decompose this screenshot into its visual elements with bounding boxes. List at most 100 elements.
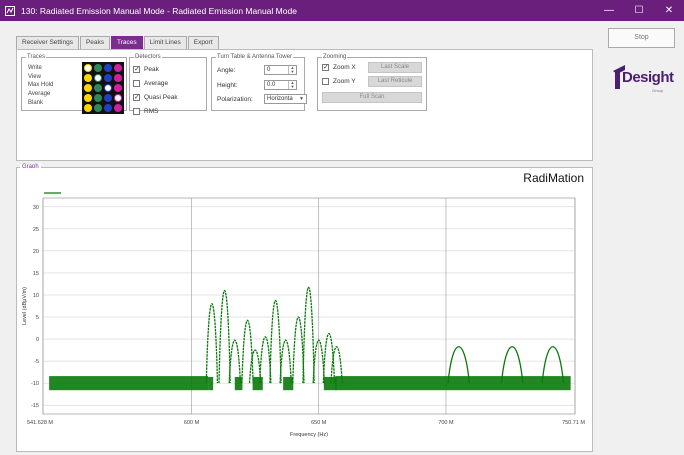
traces-group: Traces Write View Max Hold Average Blank [21,54,127,114]
trace-dot[interactable] [114,104,122,112]
noise-floor-band [252,376,263,391]
zooming-group: Zooming ✓ Zoom X Zoom Y Last Scale Last R… [317,54,427,111]
detector-quasi-peak[interactable]: ✓ Quasi Peak [133,90,178,104]
trace-dot[interactable] [104,84,112,92]
spectrum-chart[interactable]: RadiMation 30 25 20 15 10 5 0 -5 -10 -15 541.628 M 6… [17,168,592,451]
trace-dot[interactable] [84,104,92,112]
tab-receiver-settings[interactable]: Receiver Settings [16,36,79,49]
tab-peaks[interactable]: Peaks [79,36,111,49]
x-tick-label: 600 M [184,420,200,426]
trace-mode-view: View [28,73,41,80]
turntable-group: Turn Table & Antenna Tower Angle: 0 ▲ ▼ He… [211,54,307,111]
trace-mode-blank: Blank [28,99,44,106]
y-tick-label: 25 [33,227,39,233]
tab-strip: Receiver Settings Peaks Traces Limit Lin… [16,36,220,49]
traces-legend: Traces [27,54,46,60]
x-tick-label: 700 M [438,420,454,426]
tab-export[interactable]: Export [187,36,219,49]
noise-floor-band [234,376,243,391]
main-window: Receiver Settings Peaks Traces Limit Lin… [0,21,684,455]
stop-button[interactable]: Stop [608,28,675,48]
trace-dot[interactable] [94,84,102,92]
y-tick-label: 5 [36,315,39,321]
detector-peak[interactable]: ✓ Peak [133,62,178,76]
detector-peak-checkbox[interactable]: ✓ [133,65,140,73]
trace-dot[interactable] [114,74,122,82]
x-tick-label: 541.628 M [27,420,53,426]
detectors-legend: Detectors [135,54,161,60]
trace-dot[interactable] [94,94,102,102]
right-panel: Stop Desight Group [599,21,684,455]
noise-floor-band [49,376,209,391]
polarization-dropdown[interactable]: Horizonta ▼ [264,94,307,104]
full-scan-button[interactable]: Full Scan [322,92,422,103]
height-spinner[interactable]: 0.0 ▲ ▼ [264,80,297,90]
app-icon [5,5,15,16]
trace-dot[interactable] [94,74,102,82]
trace-dot[interactable] [114,84,122,92]
zoom-y-checkbox[interactable] [322,77,329,85]
trace-dot[interactable] [84,64,92,72]
trace-dot[interactable] [104,104,112,112]
detector-average-checkbox[interactable] [133,79,140,87]
x-axis-label: Frequency (Hz) [290,432,328,438]
logo-subtext: Group [652,88,664,93]
logo-text: Desight [622,69,674,86]
detector-rms[interactable]: RMS [133,104,178,118]
zoom-x-checkbox[interactable]: ✓ [322,63,329,71]
zoom-x-option[interactable]: ✓ Zoom X [322,60,356,74]
x-tick-label: 650 M [311,420,327,426]
y-tick-label: -15 [31,403,39,409]
y-tick-label: 15 [33,271,39,277]
detector-rms-checkbox[interactable] [133,107,140,115]
trace-selector-grid [82,62,124,114]
trace-dot[interactable] [114,94,122,102]
y-tick-label: 30 [33,205,39,211]
minimize-button[interactable]: — [594,0,624,21]
trace-mode-write: Write [28,65,42,71]
trace-dot[interactable] [84,94,92,102]
chevron-down-icon: ▼ [299,96,304,102]
trace-dot[interactable] [94,64,102,72]
y-axis-label: Level (dBμV/m) [22,287,28,325]
y-tick-label: 20 [33,249,39,255]
title-bar: 130: Radiated Emission Manual Mode - Rad… [0,0,684,21]
angle-spinner[interactable]: 0 ▲ ▼ [264,65,297,75]
chart-brand: RadiMation [523,171,584,185]
detectors-group: Detectors ✓ Peak Average ✓ Quasi Peak RMS [129,54,207,115]
noise-floor-band [208,376,214,391]
zoom-y-option[interactable]: Zoom Y [322,74,356,88]
detector-quasi-peak-checkbox[interactable]: ✓ [133,93,140,101]
turntable-legend: Turn Table & Antenna Tower [217,54,292,60]
y-tick-label: 10 [33,293,39,299]
y-tick-label: 0 [36,337,39,343]
trace-mode-max-hold: Max Hold [28,82,54,89]
close-button[interactable]: ✕ [654,0,684,21]
graph-panel: Graph RadiMation 30 25 20 15 10 5 0 -5 -10 -15 541.… [16,164,593,452]
noise-floor-band [335,376,571,391]
traces-panel: Traces Write View Max Hold Average Blank… [16,49,593,161]
detector-average[interactable]: Average [133,76,178,90]
last-reticule-button[interactable]: Last Reticule [368,76,422,87]
trace-mode-average: Average [28,91,51,98]
angle-label: Angle: [217,66,236,74]
x-tick-label: 750.71 M [562,420,585,426]
tab-traces[interactable]: Traces [111,36,143,49]
tab-limit-lines[interactable]: Limit Lines [143,36,187,49]
y-tick-label: -5 [34,359,39,365]
noise-floor-band [283,376,294,391]
maximize-button[interactable]: ☐ [624,0,654,21]
height-label: Height: [217,81,238,89]
polarization-label: Polarization: [217,95,253,103]
trace-dot[interactable] [84,84,92,92]
trace-dot[interactable] [94,104,102,112]
trace-mode-labels: Write View Max Hold Average Blank [28,64,53,108]
trace-dot[interactable] [114,64,122,72]
trace-dot[interactable] [84,74,92,82]
trace-dot[interactable] [104,74,112,82]
desight-logo: Desight Group [612,61,674,97]
last-scale-button[interactable]: Last Scale [368,62,422,73]
trace-dot[interactable] [104,64,112,72]
y-tick-label: -10 [31,381,39,387]
trace-dot[interactable] [104,94,112,102]
